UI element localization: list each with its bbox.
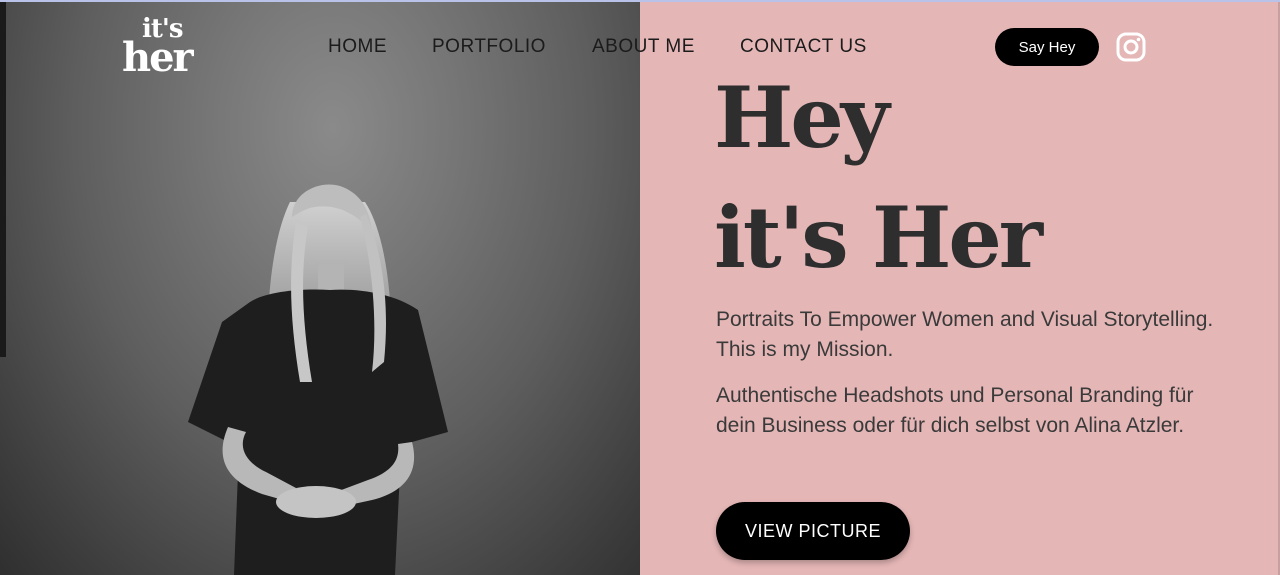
- view-picture-button[interactable]: VIEW PICTURE: [716, 502, 910, 560]
- instagram-icon[interactable]: [1115, 31, 1147, 63]
- site-logo[interactable]: it's her: [122, 14, 202, 81]
- top-border: [0, 0, 1280, 2]
- say-hey-button[interactable]: Say Hey: [995, 28, 1099, 66]
- nav-contact-us[interactable]: CONTACT US: [740, 36, 867, 58]
- hero-tagline: Portraits To Empower Women and Visual St…: [716, 308, 1214, 361]
- hero-title-line2: it's Her: [714, 188, 1043, 287]
- hero-title-line1: Hey: [714, 68, 890, 167]
- nav-about-me[interactable]: ABOUT ME: [592, 36, 695, 58]
- logo-bottom-text: her: [122, 34, 194, 81]
- portrait-illustration: [0, 2, 448, 575]
- hero-description: Authentische Headshots und Personal Bran…: [716, 384, 1194, 437]
- hero-photo: [0, 2, 640, 575]
- nav-portfolio[interactable]: PORTFOLIO: [432, 36, 546, 58]
- nav-home[interactable]: HOME: [328, 36, 387, 58]
